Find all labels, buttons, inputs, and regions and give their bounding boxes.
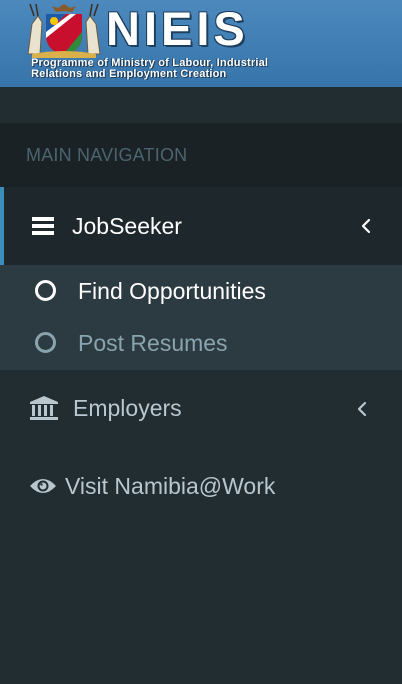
circle-outline-icon <box>35 332 56 353</box>
sidebar-item-employers[interactable]: Employers <box>0 370 402 448</box>
submenu-item-label: Post Resumes <box>78 330 228 356</box>
sidebar-item-label: JobSeeker <box>72 213 182 239</box>
sidebar-item-visit-namibia-at-work[interactable]: Visit Namibia@Work <box>0 448 402 526</box>
eye-icon <box>30 479 56 493</box>
coat-of-arms-logo <box>27 3 101 58</box>
circle-outline-icon <box>35 280 56 301</box>
bank-icon <box>30 396 58 420</box>
brand-subtitle-line1: Programme of Ministry of Labour, Industr… <box>31 58 269 69</box>
app-sidebar-page: NIEIS Programme of Ministry of Labour, I… <box>0 0 402 684</box>
chevron-left-icon[interactable] <box>359 217 373 235</box>
sidebar-item-label: Employers <box>73 395 182 421</box>
sidebar-item-label: Visit Namibia@Work <box>65 473 276 499</box>
submenu-item-find-opportunities[interactable]: Find Opportunities <box>0 265 402 317</box>
brand-subtitle: Programme of Ministry of Labour, Industr… <box>31 58 399 80</box>
sidebar-spacer <box>0 87 402 123</box>
header-banner[interactable]: NIEIS Programme of Ministry of Labour, I… <box>0 0 402 87</box>
sidebar-item-jobseeker[interactable]: JobSeeker <box>0 187 402 265</box>
submenu-item-label: Find Opportunities <box>78 278 266 304</box>
brand-subtitle-line2: Relations and Employment Creation <box>31 69 227 80</box>
chevron-left-icon[interactable] <box>355 400 369 418</box>
sidebar-section-header: MAIN NAVIGATION <box>0 123 402 187</box>
submenu-item-post-resumes[interactable]: Post Resumes <box>0 317 402 369</box>
jobseeker-submenu: Find Opportunities Post Resumes <box>0 265 402 370</box>
brand-title: NIEIS <box>106 2 249 55</box>
bars-icon <box>32 217 54 235</box>
